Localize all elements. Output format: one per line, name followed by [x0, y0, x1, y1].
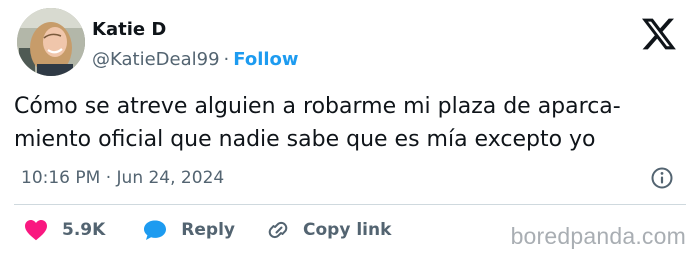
avatar[interactable]: [17, 8, 85, 76]
reply-label: Reply: [181, 220, 235, 240]
divider: [14, 204, 686, 205]
watermark: boredpanda.com: [510, 223, 686, 249]
copy-link-label: Copy link: [303, 220, 392, 240]
info-icon[interactable]: [650, 166, 674, 190]
tweet-timestamp[interactable]: 10:16 PM · Jun 24, 2024: [21, 167, 224, 189]
author-handle[interactable]: @KatieDeal99: [92, 49, 220, 70]
author-name[interactable]: Katie D: [92, 19, 166, 41]
author-meta: @KatieDeal99 · Follow: [92, 49, 299, 71]
avatar-image: [17, 8, 85, 76]
link-icon: [268, 221, 288, 239]
like-count: 5.9K: [62, 220, 106, 240]
follow-button[interactable]: Follow: [233, 49, 298, 70]
separator-dot: ·: [223, 49, 230, 70]
action-bar: 5.9K Reply Copy link: [24, 217, 391, 243]
x-logo-icon[interactable]: [642, 18, 676, 50]
reply-button[interactable]: Reply: [143, 219, 235, 241]
reply-bubble-icon: [144, 220, 167, 240]
like-button[interactable]: 5.9K: [24, 219, 105, 241]
tweet-line: Cómo se atreve alguien a robarme mi plaz…: [14, 94, 621, 119]
heart-icon: [25, 220, 47, 241]
tweet-text: Cómo se atreve alguien a robarme mi plaz…: [14, 90, 684, 156]
copy-link-button[interactable]: Copy link: [265, 218, 391, 242]
tweet-line: miento oficial que nadie sabe que es mía…: [14, 127, 596, 152]
